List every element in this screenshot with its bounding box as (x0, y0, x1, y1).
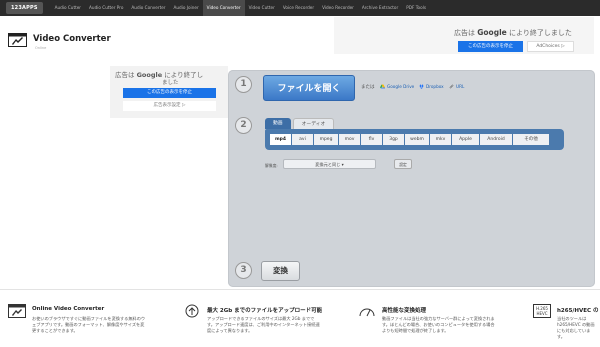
format-android[interactable]: Android (480, 134, 512, 145)
nav-link-audio-cutter[interactable]: Audio Cutter (51, 0, 85, 16)
stop-ad-button[interactable]: この広告の表示を停止 (458, 41, 523, 52)
feature-desc: お使いのブラウザですぐに動画ファイルを変換する無料のウェブアプリです。動画のフォ… (32, 316, 146, 333)
format-mkv[interactable]: mkv (430, 134, 451, 145)
format-list: mp4 avi mpeg mov flv 3gp webm mkv Apple … (270, 134, 549, 145)
video-converter-icon (8, 304, 26, 318)
or-label: または (361, 85, 375, 90)
resolution-label: 解像度: (265, 163, 278, 168)
nav-link-audio-joiner[interactable]: Audio Joiner (170, 0, 203, 16)
format-mp4[interactable]: mp4 (270, 134, 291, 145)
nav-links: Audio Cutter Audio Cutter Pro Audio Conv… (51, 0, 430, 16)
google-drive-link[interactable]: Google Drive (380, 84, 414, 89)
ad-closed-text: 広告は Google により終了し (115, 71, 204, 79)
ad-top: 広告は Google により終了しました この広告の表示を停止 AdChoice… (334, 17, 594, 54)
nav-link-archive-extractor[interactable]: Archive Extractor (358, 0, 402, 16)
nav-link-audio-cutter-pro[interactable]: Audio Cutter Pro (85, 0, 127, 16)
format-other[interactable]: その他 (513, 134, 549, 145)
format-mov[interactable]: mov (339, 134, 360, 145)
svg-text:HEVC: HEVC (536, 311, 547, 316)
format-bar: mp4 avi mpeg mov flv 3gp webm mkv Apple … (265, 129, 564, 150)
ad-choices-button[interactable]: AdChoices ▷ (527, 41, 574, 52)
hevc-icon: H.265HEVC (533, 304, 551, 318)
nav-link-voice-recorder[interactable]: Voice Recorder (279, 0, 318, 16)
format-webm[interactable]: webm (405, 134, 429, 145)
brand-logo[interactable]: 123APPS (6, 2, 43, 14)
ad-closed-text-line2: ました (162, 80, 179, 86)
settings-button[interactable]: 設定 (394, 159, 412, 169)
format-3gp[interactable]: 3gp (383, 134, 404, 145)
feature-desc: アップロードできるファイルのサイズは最大 2Gb までです。アップロード速度は、… (207, 316, 320, 333)
nav-link-pdf-tools[interactable]: PDF Tools (402, 0, 430, 16)
google-wordmark: Google (136, 71, 163, 79)
tab-video[interactable]: 動画 (265, 118, 291, 129)
convert-button[interactable]: 変換 (261, 261, 300, 281)
open-file-button[interactable]: ファイルを開く (263, 75, 355, 101)
feature-title: Online Video Converter (32, 306, 105, 312)
resolution-select[interactable]: 変換元と同じ ▾ (283, 159, 376, 169)
page-title: Video Converter (33, 34, 111, 44)
dropbox-link[interactable]: Dropbox (419, 84, 444, 89)
ad-closed-text: 広告は Google により終了しました (454, 28, 572, 37)
converter-panel: 1 ファイルを開く または Google Drive Dropbox URL 2… (228, 70, 595, 287)
divider (0, 289, 600, 290)
feature-desc: 当社のツールは h265/HEVC の動画にも対応しています。 (557, 316, 595, 339)
video-converter-icon (8, 33, 27, 47)
upload-icon (185, 304, 199, 318)
feature-title: h265/HVEC の (557, 308, 599, 314)
feature-title: 高性能な変換処理 (382, 308, 427, 314)
ad-left: 広告は Google により終了し ました この広告の表示を停止 広告表示設定 … (110, 66, 228, 118)
link-icon (449, 84, 454, 89)
top-nav: 123APPS Audio Cutter Audio Cutter Pro Au… (0, 0, 600, 16)
nav-link-audio-converter[interactable]: Audio Converter (127, 0, 169, 16)
feature-desc: 動画ファイルは当社の強力なサーバー群によって変換されます。ほとんどの場合、お使い… (382, 316, 495, 333)
google-drive-icon (380, 84, 385, 89)
format-apple[interactable]: Apple (452, 134, 479, 145)
format-avi[interactable]: avi (292, 134, 313, 145)
google-wordmark: Google (477, 28, 507, 37)
url-link[interactable]: URL (449, 84, 464, 89)
format-mpeg[interactable]: mpeg (314, 134, 338, 145)
ad-settings-button[interactable]: 広告表示設定 ▷ (123, 101, 216, 111)
step-2-badge: 2 (235, 117, 252, 134)
dropbox-icon (419, 84, 424, 89)
nav-link-video-cutter[interactable]: Video Cutter (245, 0, 279, 16)
step-1-badge: 1 (235, 76, 252, 93)
nav-link-video-recorder[interactable]: Video Recorder (318, 0, 358, 16)
feature-title: 最大 2Gb までのファイルをアップロード可能 (207, 308, 323, 314)
format-flv[interactable]: flv (361, 134, 382, 145)
step-3-badge: 3 (235, 262, 252, 279)
speedometer-icon (359, 308, 375, 317)
stop-ad-button[interactable]: この広告の表示を停止 (123, 88, 216, 98)
page-subtitle: Online (35, 46, 47, 50)
nav-link-video-converter[interactable]: Video Converter (202, 0, 245, 16)
